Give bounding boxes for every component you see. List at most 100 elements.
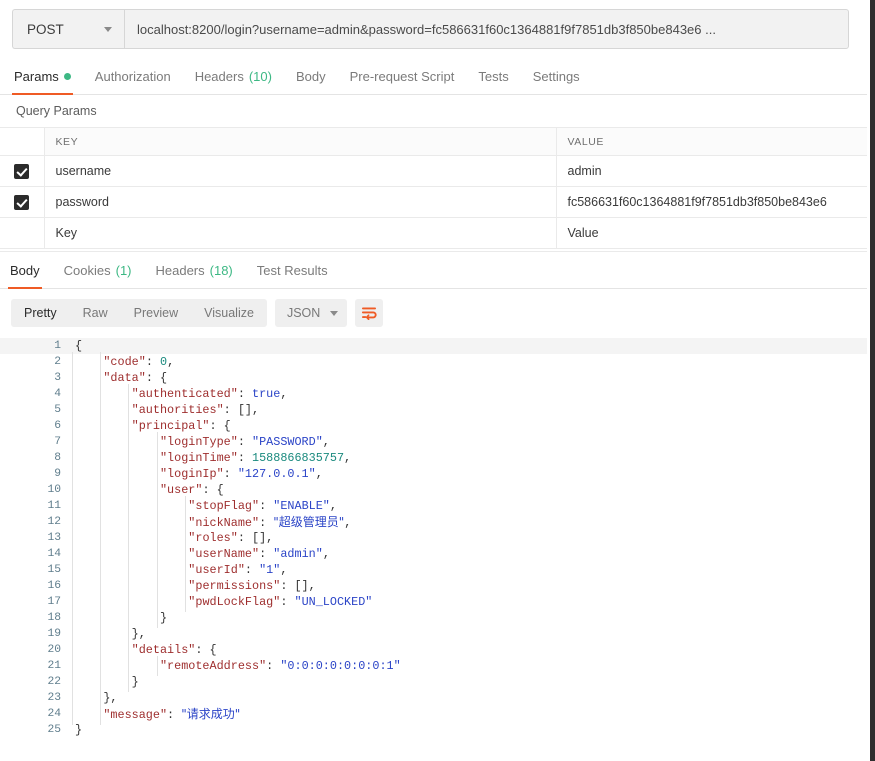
request-tab-headers[interactable]: Headers(10) <box>183 58 284 94</box>
response-format-select[interactable]: JSON <box>275 299 347 327</box>
response-tab-cookies[interactable]: Cookies(1) <box>52 252 144 288</box>
response-tab-body[interactable]: Body <box>8 252 52 288</box>
token-k: "stopFlag" <box>188 499 259 513</box>
token-p: , <box>280 387 287 401</box>
token-p <box>75 435 160 449</box>
query-params-table: KEY VALUE usernameadminpasswordfc586631f… <box>0 127 875 249</box>
token-p: : [], <box>224 403 259 417</box>
json-code-block: 1{2 "code": 0,3 "data": {4 "authenticate… <box>0 338 875 738</box>
table-row: KeyValue <box>0 218 875 249</box>
token-p <box>75 355 103 369</box>
code-line: 18 } <box>0 610 875 626</box>
token-p <box>75 451 160 465</box>
line-number: 4 <box>0 386 72 402</box>
token-s: "0:0:0:0:0:0:0:1" <box>280 659 400 673</box>
code-line: 3 "data": { <box>0 370 875 386</box>
header-value: VALUE <box>556 128 875 156</box>
line-number: 19 <box>0 626 72 642</box>
line-number: 11 <box>0 498 72 514</box>
checkbox-checked-icon[interactable] <box>14 195 29 210</box>
request-tab-tests[interactable]: Tests <box>466 58 520 94</box>
token-p: : <box>167 708 181 722</box>
request-tab-params[interactable]: Params <box>12 58 83 94</box>
code-line: 12 "nickName": "超级管理员", <box>0 514 875 530</box>
token-s: "127.0.0.1" <box>238 467 316 481</box>
request-tab-pre-request-script[interactable]: Pre-request Script <box>338 58 467 94</box>
code-line-content: "stopFlag": "ENABLE", <box>72 498 875 514</box>
response-tab-bar: BodyCookies(1)Headers(18)Test Results <box>0 251 875 289</box>
token-k: "userName" <box>188 547 259 561</box>
response-tab-headers[interactable]: Headers(18) <box>144 252 245 288</box>
request-tab-settings[interactable]: Settings <box>521 58 592 94</box>
line-number: 18 <box>0 610 72 626</box>
token-p: , <box>280 563 287 577</box>
token-p: : <box>238 435 252 449</box>
request-tab-body[interactable]: Body <box>284 58 338 94</box>
indent-guide <box>157 608 158 628</box>
token-p: : <box>280 595 294 609</box>
code-line-content: "loginTime": 1588866835757, <box>72 450 875 466</box>
row-checkbox-cell[interactable] <box>0 187 44 218</box>
token-k: "authorities" <box>132 403 224 417</box>
token-cjk: "超级管理员" <box>273 515 344 529</box>
response-tab-test-results[interactable]: Test Results <box>245 252 340 288</box>
code-line: 15 "userId": "1", <box>0 562 875 578</box>
token-n: 0 <box>160 355 167 369</box>
token-p: : <box>259 547 273 561</box>
code-line: 24 "message": "请求成功" <box>0 706 875 722</box>
code-line: 7 "loginType": "PASSWORD", <box>0 434 875 450</box>
token-k: "nickName" <box>188 516 259 530</box>
param-value-cell[interactable]: admin <box>556 156 875 187</box>
request-url-input[interactable]: localhost:8200/login?username=admin&pass… <box>124 9 849 49</box>
token-p <box>75 499 188 513</box>
token-p: , <box>316 467 323 481</box>
http-method-select[interactable]: POST <box>12 9 124 49</box>
line-number: 8 <box>0 450 72 466</box>
token-k: "permissions" <box>188 579 280 593</box>
token-p: { <box>75 339 82 353</box>
header-key: KEY <box>44 128 556 156</box>
code-line-content: "roles": [], <box>72 530 875 546</box>
param-value-cell[interactable]: fc586631f60c1364881f9f7851db3f850be843e6 <box>556 187 875 218</box>
token-p: : <box>224 467 238 481</box>
param-value-cell[interactable]: Value <box>556 218 875 249</box>
view-mode-pretty[interactable]: Pretty <box>11 299 70 327</box>
code-line: 22 } <box>0 674 875 690</box>
line-number: 16 <box>0 578 72 594</box>
row-checkbox-cell[interactable] <box>0 218 44 249</box>
token-p: : { <box>195 643 216 657</box>
query-params-title: Query Params <box>0 95 875 127</box>
code-line: 6 "principal": { <box>0 418 875 434</box>
word-wrap-button[interactable] <box>355 299 383 327</box>
token-p <box>75 483 160 497</box>
response-view-mode-group: PrettyRawPreviewVisualize <box>11 299 267 327</box>
param-key-cell[interactable]: Key <box>44 218 556 249</box>
line-number: 13 <box>0 530 72 546</box>
line-number: 15 <box>0 562 72 578</box>
token-p <box>75 563 188 577</box>
code-line-content: "code": 0, <box>72 354 875 370</box>
param-key-cell[interactable]: password <box>44 187 556 218</box>
code-line-content: "loginIp": "127.0.0.1", <box>72 466 875 482</box>
token-k: "authenticated" <box>132 387 238 401</box>
row-checkbox-cell[interactable] <box>0 156 44 187</box>
param-key-cell[interactable]: username <box>44 156 556 187</box>
token-p: : <box>259 499 273 513</box>
line-number: 21 <box>0 658 72 674</box>
token-p <box>75 371 103 385</box>
tab-label: Tests <box>478 69 508 84</box>
token-k: "code" <box>103 355 145 369</box>
header-checkbox-cell <box>0 128 44 156</box>
line-number: 9 <box>0 466 72 482</box>
response-body-viewer[interactable]: 1{2 "code": 0,3 "data": {4 "authenticate… <box>0 337 875 761</box>
tab-label: Body <box>296 69 326 84</box>
token-n: 1588866835757 <box>252 451 344 465</box>
request-tab-authorization[interactable]: Authorization <box>83 58 183 94</box>
token-p: } <box>75 611 167 625</box>
view-mode-raw[interactable]: Raw <box>70 299 121 327</box>
line-number: 6 <box>0 418 72 434</box>
checkbox-checked-icon[interactable] <box>14 164 29 179</box>
view-mode-preview[interactable]: Preview <box>121 299 191 327</box>
view-mode-visualize[interactable]: Visualize <box>191 299 267 327</box>
line-number: 23 <box>0 690 72 706</box>
